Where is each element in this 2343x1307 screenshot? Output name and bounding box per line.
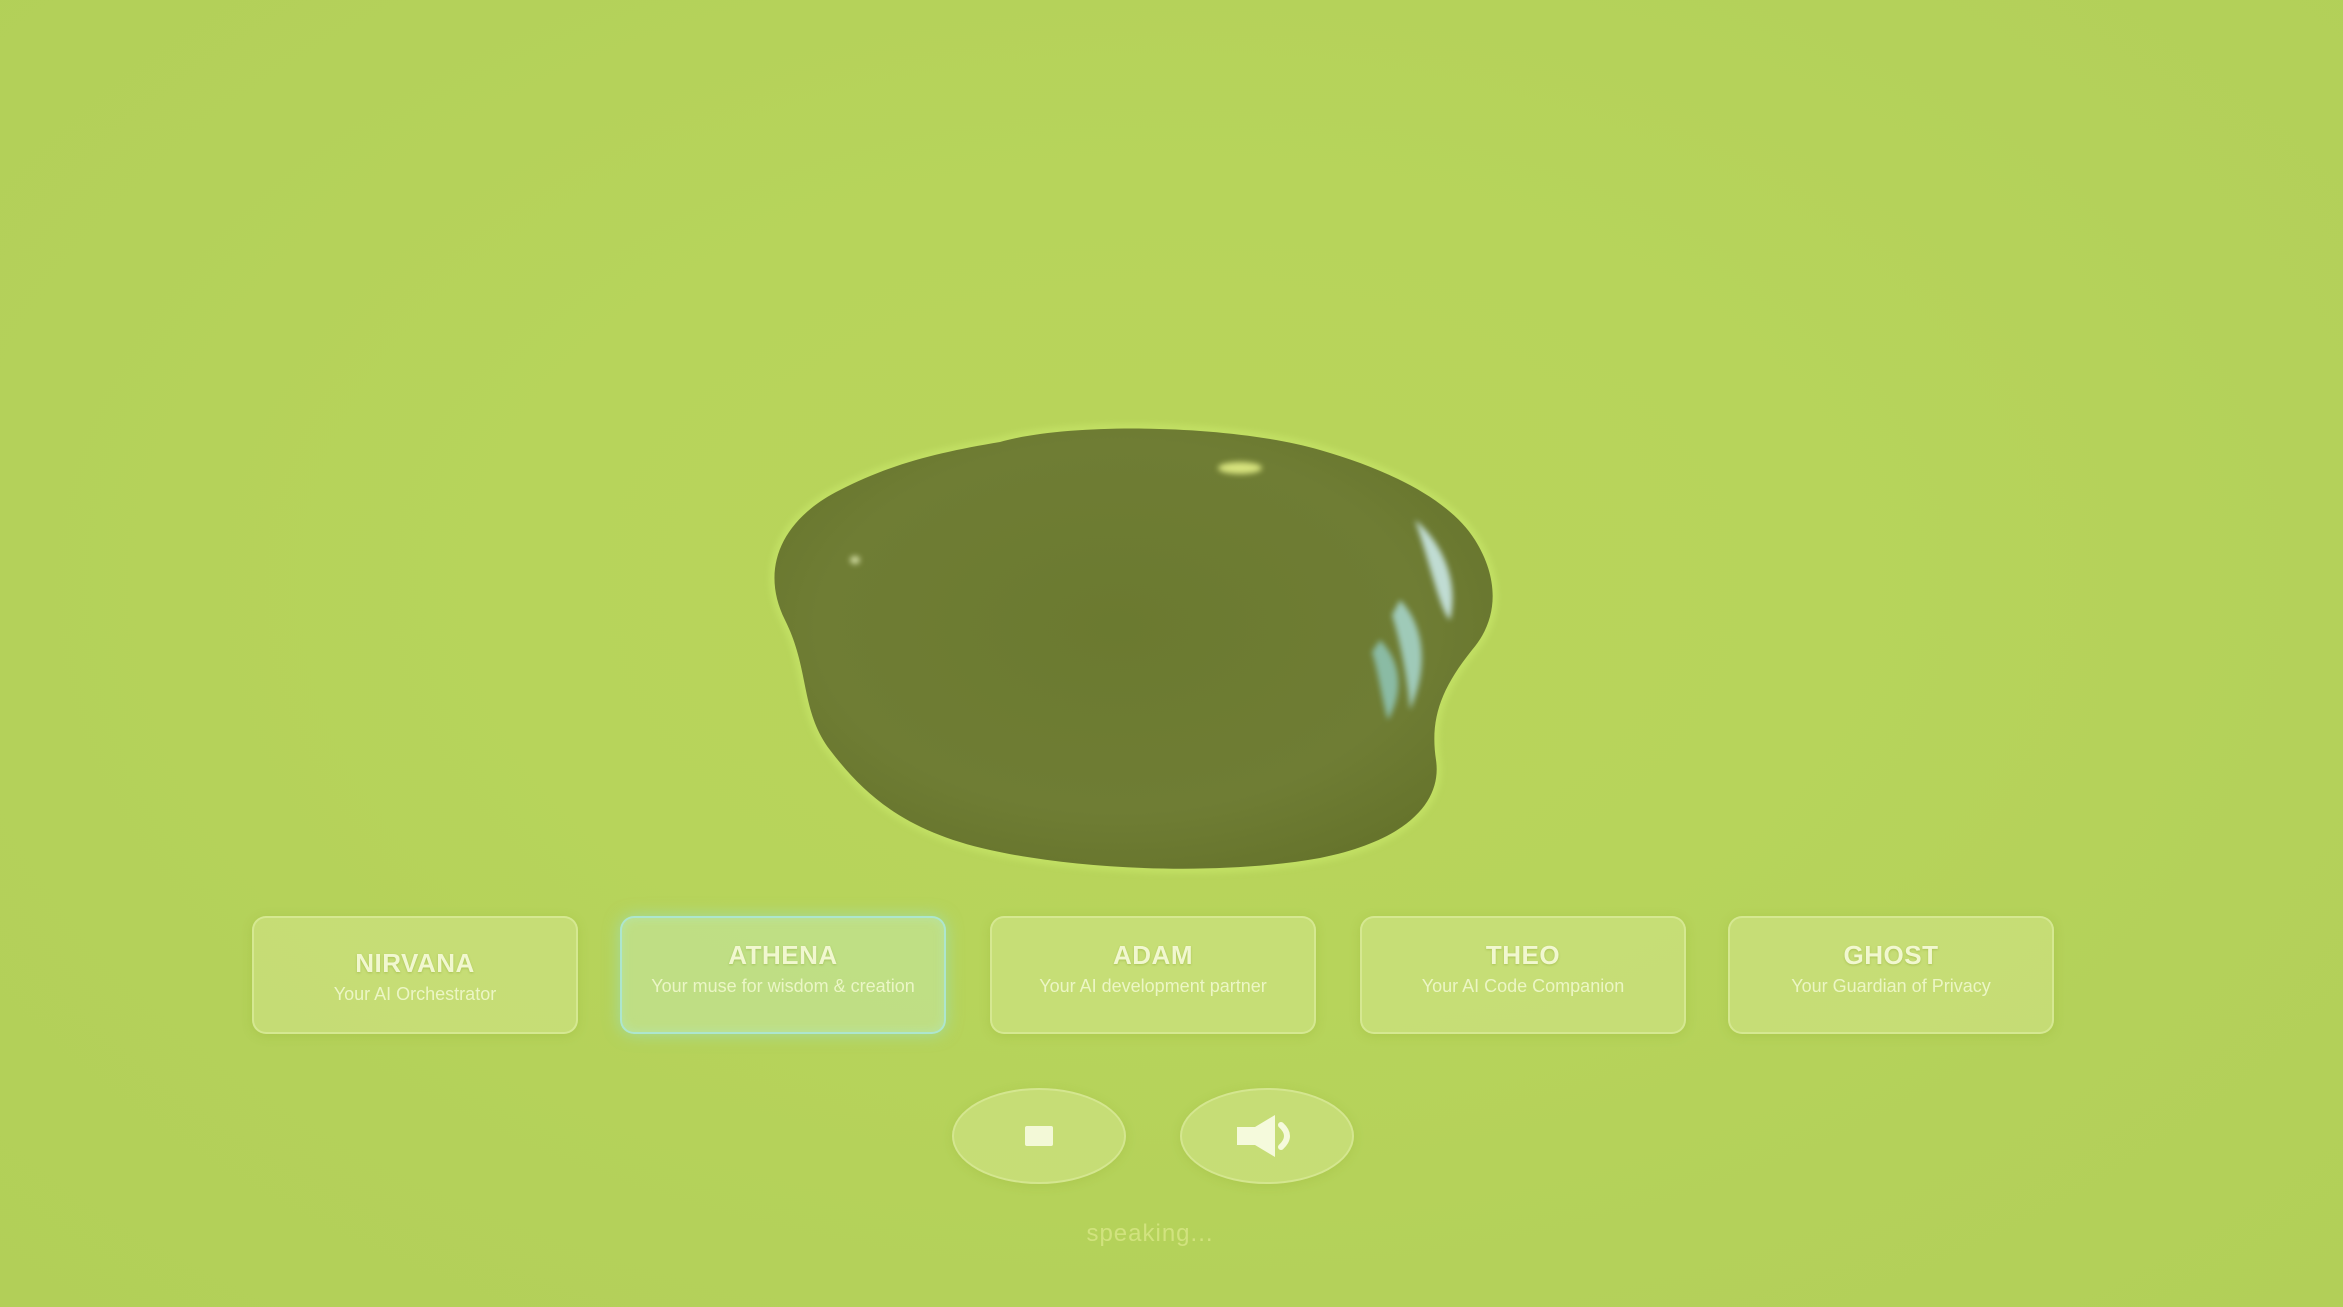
agent-description: Your AI Code Companion: [1421, 976, 1625, 996]
voice-assistant-stage: NIRVANA Your AI Orchestrator ATHENA Your…: [0, 0, 2343, 1307]
audio-orb-blob: [760, 420, 1560, 880]
agent-name: ATHENA: [728, 940, 838, 970]
speaker-button[interactable]: [1180, 1088, 1354, 1184]
agent-name: ADAM: [1113, 940, 1193, 970]
agent-description: Your AI Orchestrator: [333, 984, 497, 1004]
agent-card-athena[interactable]: ATHENA Your muse for wisdom & creation: [620, 916, 946, 1034]
orb-graphic: [769, 423, 1498, 874]
agent-name: GHOST: [1843, 940, 1939, 970]
speaker-icon: [1237, 1115, 1290, 1157]
stop-icon: [1025, 1126, 1053, 1146]
agent-description: Your muse for wisdom & creation: [651, 976, 915, 996]
agent-card-adam[interactable]: ADAM Your AI development partner: [990, 916, 1316, 1034]
status-text: speaking...: [1086, 1220, 1214, 1247]
agent-name: NIRVANA: [355, 948, 475, 978]
agent-card-theo[interactable]: THEO Your AI Code Companion: [1360, 916, 1686, 1034]
stop-button[interactable]: [952, 1088, 1126, 1184]
agent-description: Your AI development partner: [1039, 976, 1267, 996]
agent-description: Your Guardian of Privacy: [1791, 976, 1991, 996]
agent-name: THEO: [1485, 940, 1561, 970]
agent-card-nirvana[interactable]: NIRVANA Your AI Orchestrator: [252, 916, 578, 1034]
agent-selector: NIRVANA Your AI Orchestrator ATHENA Your…: [252, 916, 2054, 1036]
agent-card-ghost[interactable]: GHOST Your Guardian of Privacy: [1728, 916, 2054, 1034]
playback-controls: [952, 1088, 1354, 1184]
